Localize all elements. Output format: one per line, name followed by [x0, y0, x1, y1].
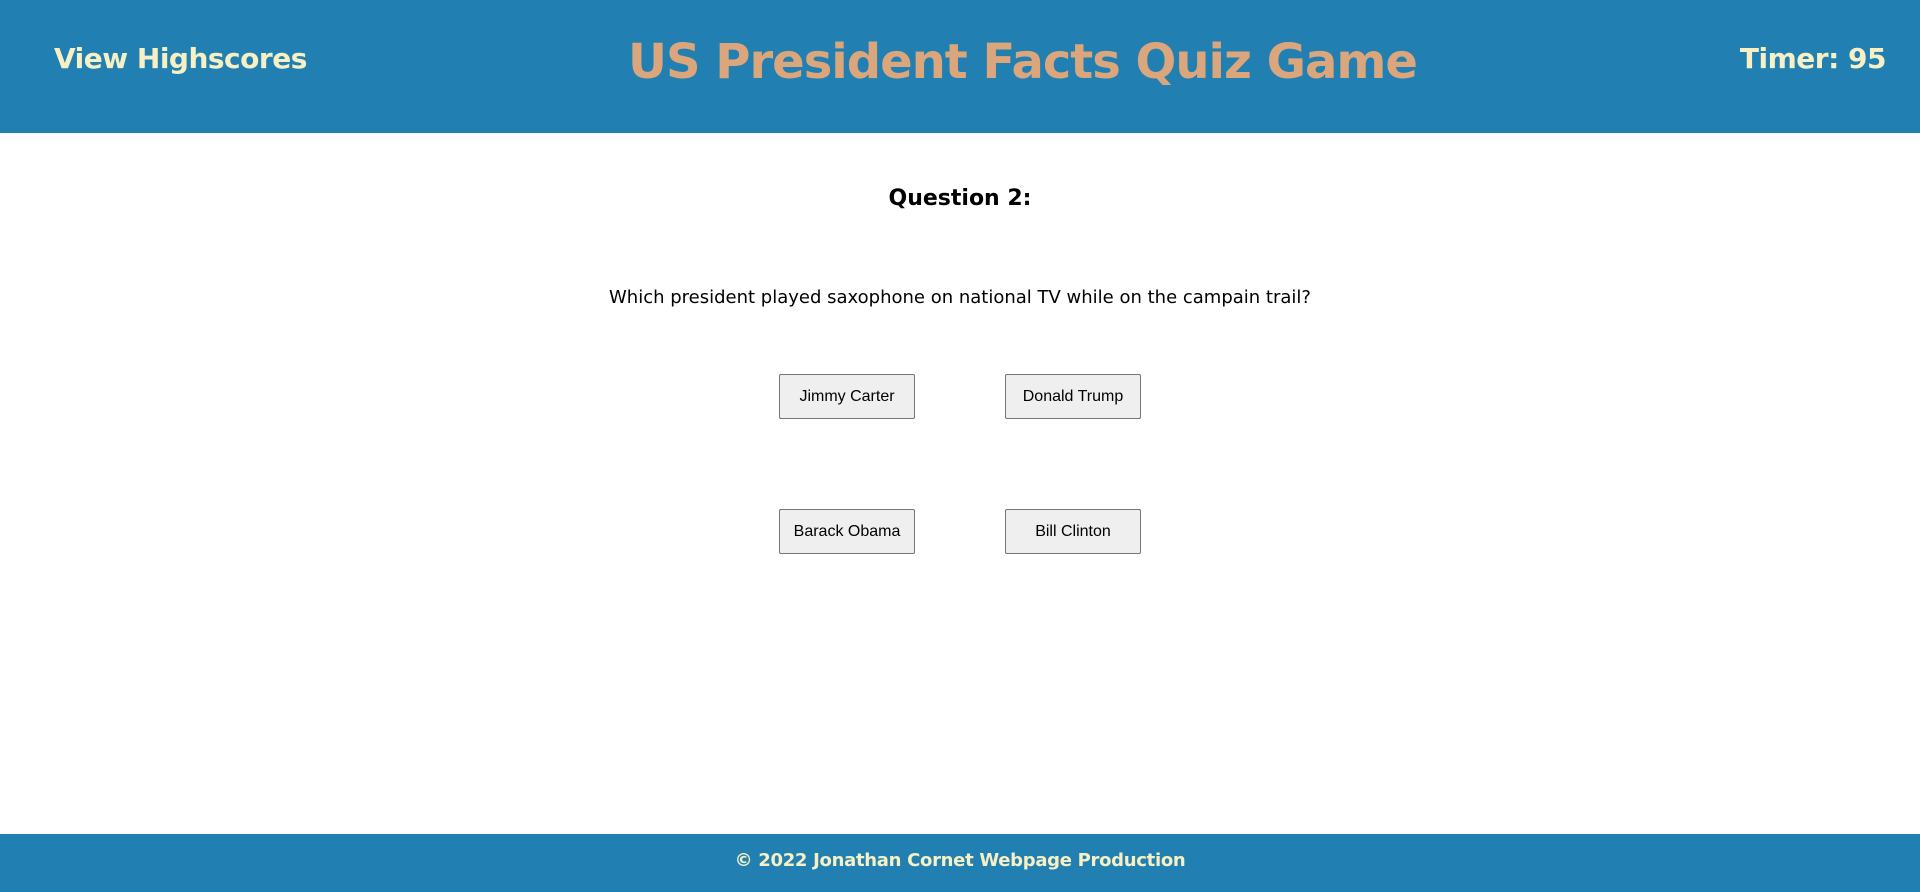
answer-button-jimmy-carter[interactable]: Jimmy Carter [779, 374, 915, 419]
timer-display: Timer: 95 [1739, 42, 1887, 75]
answer-button-barack-obama[interactable]: Barack Obama [779, 509, 915, 554]
quiz-page: View Highscores US President Facts Quiz … [0, 0, 1920, 892]
header-bar: View Highscores US President Facts Quiz … [0, 0, 1920, 133]
question-heading: Question 2: [888, 186, 1032, 211]
answer-button-donald-trump[interactable]: Donald Trump [1005, 374, 1141, 419]
question-text: Which president played saxophone on nati… [609, 287, 1311, 308]
footer-bar: © 2022 Jonathan Cornet Webpage Productio… [0, 834, 1920, 892]
answer-button-bill-clinton[interactable]: Bill Clinton [1005, 509, 1141, 554]
copyright-text: © 2022 Jonathan Cornet Webpage Productio… [734, 850, 1186, 871]
page-title: US President Facts Quiz Game [628, 34, 1418, 90]
